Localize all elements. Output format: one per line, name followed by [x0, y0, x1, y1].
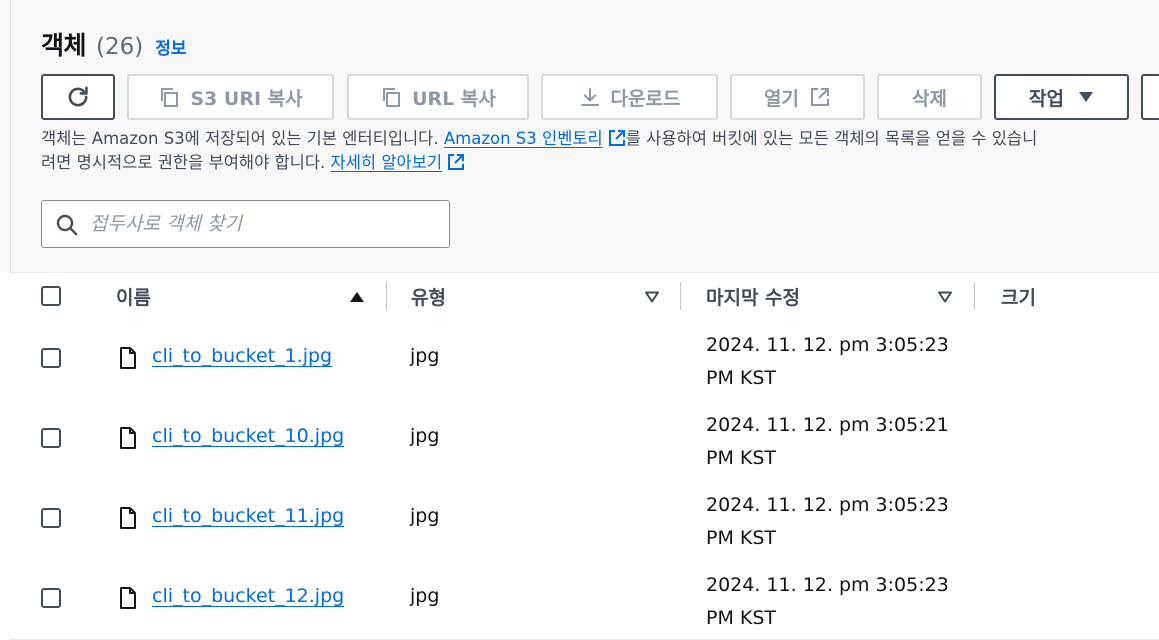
table-row[interactable]: cli_to_bucket_1.jpg jpg 2024. 11. 12. pm…: [10, 319, 1159, 400]
delete-button[interactable]: 삭제: [877, 74, 982, 120]
copy-url-label: URL 복사: [412, 87, 496, 110]
row-checkbox[interactable]: [41, 588, 61, 608]
file-icon: [120, 507, 136, 529]
object-last-modified: 2024. 11. 12. pm 3:05:21 PM KST: [706, 414, 949, 469]
row-checkbox[interactable]: [41, 508, 61, 528]
inventory-link-label: Amazon S3 인벤토리: [443, 129, 603, 148]
learn-more-link[interactable]: 자세히 알아보기: [331, 153, 466, 172]
page-title: 객체: [41, 31, 87, 60]
copy-icon: [161, 88, 179, 107]
external-link-icon: [448, 154, 465, 170]
delete-label: 삭제: [912, 87, 947, 110]
copy-s3-uri-button[interactable]: S3 URI 복사: [127, 74, 334, 120]
object-name-link[interactable]: cli_to_bucket_10.jpg: [152, 425, 344, 447]
copy-url-button[interactable]: URL 복사: [347, 74, 529, 120]
sort-ascending-icon[interactable]: [349, 291, 365, 303]
object-name-link[interactable]: cli_to_bucket_12.jpg: [152, 585, 344, 607]
open-label: 열기: [764, 87, 799, 110]
file-icon: [120, 347, 136, 369]
column-resizer[interactable]: [680, 282, 681, 310]
object-type: jpg: [410, 505, 440, 527]
sort-unsorted-icon[interactable]: [644, 291, 660, 303]
object-type: jpg: [410, 425, 440, 447]
refresh-icon: [68, 86, 88, 107]
column-resizer[interactable]: [974, 282, 975, 310]
create-folder-button-partial[interactable]: [1141, 74, 1159, 120]
column-header-type[interactable]: 유형: [411, 273, 446, 319]
row-checkbox[interactable]: [41, 428, 61, 448]
actions-label: 작업: [1029, 87, 1064, 110]
column-type-label: 유형: [411, 286, 446, 309]
description-text-2: 를 사용하여 버킷에 있는 모든 객체의 목록을 얻을 수 있습니: [625, 129, 1038, 148]
search-icon: [56, 214, 78, 236]
sort-unsorted-icon[interactable]: [937, 291, 953, 303]
column-header-modified[interactable]: 마지막 수정: [706, 273, 800, 319]
download-icon: [580, 88, 599, 106]
download-label: 다운로드: [610, 87, 681, 110]
caret-down-icon: [1078, 92, 1093, 102]
table-header: 이름 유형 마지막 수정 크기: [10, 272, 1159, 320]
object-type: jpg: [410, 585, 440, 607]
objects-description: 객체는 Amazon S3에 저장되어 있는 기본 엔터티입니다. Amazon…: [41, 127, 1037, 175]
copy-s3-uri-label: S3 URI 복사: [190, 87, 303, 110]
search-input[interactable]: [90, 209, 430, 239]
row-checkbox[interactable]: [41, 348, 61, 368]
column-header-name[interactable]: 이름: [116, 273, 151, 319]
external-link-icon: [608, 130, 625, 146]
column-name-label: 이름: [116, 286, 151, 309]
object-name-link[interactable]: cli_to_bucket_11.jpg: [152, 505, 344, 527]
copy-icon: [383, 88, 401, 107]
description-text-3: 려면 명시적으로 권한을 부여해야 합니다.: [41, 153, 326, 172]
objects-heading: 객체 (26) 정보: [41, 26, 187, 62]
external-link-icon: [810, 88, 829, 106]
object-count: (26): [96, 34, 144, 60]
refresh-button[interactable]: [41, 74, 115, 120]
object-type: jpg: [410, 345, 440, 367]
table-row[interactable]: cli_to_bucket_12.jpg jpg 2024. 11. 12. p…: [10, 559, 1159, 640]
learn-more-label: 자세히 알아보기: [330, 153, 443, 172]
inventory-link[interactable]: Amazon S3 인벤토리: [444, 129, 626, 148]
description-text-1: 객체는 Amazon S3에 저장되어 있는 기본 엔터티입니다.: [41, 129, 439, 148]
file-icon: [120, 427, 136, 449]
column-size-label: 크기: [1001, 286, 1036, 309]
download-button[interactable]: 다운로드: [541, 74, 718, 120]
column-modified-label: 마지막 수정: [706, 286, 801, 309]
column-resizer[interactable]: [386, 282, 387, 310]
select-all-checkbox[interactable]: [41, 286, 61, 306]
object-last-modified: 2024. 11. 12. pm 3:05:23 PM KST: [706, 494, 949, 549]
file-icon: [120, 587, 136, 609]
object-last-modified: 2024. 11. 12. pm 3:05:23 PM KST: [706, 574, 949, 629]
column-header-size[interactable]: 크기: [1001, 273, 1036, 319]
search-box[interactable]: [41, 200, 450, 248]
table-row[interactable]: cli_to_bucket_10.jpg jpg 2024. 11. 12. p…: [10, 399, 1159, 480]
open-button[interactable]: 열기: [730, 74, 865, 120]
info-link[interactable]: 정보: [155, 34, 186, 59]
table-row[interactable]: cli_to_bucket_11.jpg jpg 2024. 11. 12. p…: [10, 479, 1159, 560]
object-name-link[interactable]: cli_to_bucket_1.jpg: [152, 345, 332, 367]
actions-dropdown[interactable]: 작업: [994, 74, 1129, 120]
object-last-modified: 2024. 11. 12. pm 3:05:23 PM KST: [706, 334, 949, 389]
